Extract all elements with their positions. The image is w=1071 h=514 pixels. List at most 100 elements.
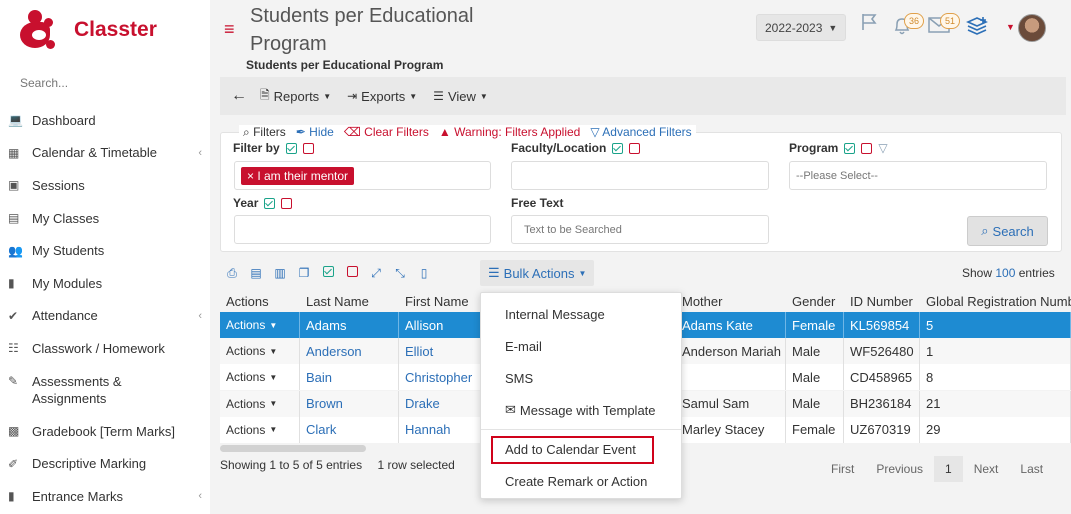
- list-icon: ☷: [8, 341, 19, 356]
- sidebar-item-my-modules[interactable]: ▮ My Modules: [0, 267, 210, 300]
- compress-icon[interactable]: ⤡: [388, 266, 412, 281]
- pagination: First Previous 1 Next Last: [820, 456, 1054, 482]
- classes-icon: ▤: [8, 211, 20, 226]
- reports-menu-button[interactable]: 🗎 Reports ▼: [252, 82, 339, 110]
- year-input[interactable]: [234, 215, 491, 244]
- deselect-square-icon[interactable]: [340, 266, 364, 280]
- clear-filters-link[interactable]: ⌫ Clear Filters: [344, 125, 429, 140]
- view-menu-button[interactable]: ☰ View ▼: [425, 82, 496, 110]
- column-header[interactable]: Mother: [676, 290, 786, 312]
- bulk-menu-item-message-with-template[interactable]: ✉ Message with Template: [481, 400, 681, 420]
- pager-last[interactable]: Last: [1009, 456, 1054, 482]
- advanced-filters-link[interactable]: ▽ Advanced Filters: [590, 125, 691, 140]
- row-actions-button[interactable]: Actions ▼: [220, 312, 300, 338]
- bulk-actions-button[interactable]: ☰ Bulk Actions ▼: [480, 260, 595, 286]
- sidebar-item-descriptive-marking[interactable]: ✐ Descriptive Marking: [0, 447, 210, 480]
- column-header[interactable]: Actions: [220, 290, 300, 312]
- hide-filters-link[interactable]: ✒ Hide: [296, 125, 334, 140]
- pager-current[interactable]: 1: [934, 456, 963, 482]
- column-header[interactable]: Global Registration Number: [920, 290, 1071, 312]
- pager-next[interactable]: Next: [963, 456, 1010, 482]
- list-icon: ☰: [488, 265, 500, 280]
- sidebar-search-input[interactable]: Search...: [20, 76, 68, 90]
- bulk-menu-item-internal-message[interactable]: Internal Message: [481, 304, 681, 324]
- user-menu-caret-icon[interactable]: ▼: [1006, 22, 1015, 32]
- bulk-actions-menu: Internal Message E-mail SMS ✉ Message with T…: [480, 292, 682, 499]
- row-actions-button[interactable]: Actions ▼: [220, 338, 300, 365]
- chevron-left-icon[interactable]: ‹: [198, 490, 202, 502]
- export-icon: ⇥: [347, 89, 358, 103]
- select-all-check-icon[interactable]: [264, 197, 276, 209]
- brand-logo[interactable]: Classter: [20, 10, 157, 50]
- chevron-left-icon[interactable]: ‹: [198, 147, 202, 159]
- deselect-square-icon[interactable]: [629, 142, 641, 154]
- column-header[interactable]: Last Name: [300, 290, 399, 312]
- year-select[interactable]: 2022-2023 ▼: [756, 14, 846, 41]
- caret-down-icon: ▼: [578, 268, 587, 278]
- row-actions-button[interactable]: Actions ▼: [220, 364, 300, 391]
- deselect-square-icon[interactable]: [861, 142, 873, 154]
- table-cell-last[interactable]: Clark: [300, 416, 399, 443]
- column-header[interactable]: Gender: [786, 290, 844, 312]
- user-avatar[interactable]: [1018, 14, 1046, 42]
- pdf-icon[interactable]: ▥: [268, 266, 292, 280]
- sidebar-item-gradebook-term-marks[interactable]: ▩ Gradebook [Term Marks]: [0, 415, 210, 448]
- program-select[interactable]: --Please Select--: [789, 161, 1047, 190]
- select-all-check-icon[interactable]: [285, 142, 297, 154]
- notifications-bell-icon[interactable]: 36: [892, 13, 924, 41]
- table-cell-gender: Female: [786, 416, 844, 443]
- bulk-menu-item-add-to-calendar-event[interactable]: Add to Calendar Event: [481, 439, 681, 459]
- sidebar-item-calendar-timetable[interactable]: ▦ Calendar & Timetable ‹: [0, 137, 210, 170]
- table-cell-last[interactable]: Anderson: [300, 338, 399, 365]
- select-all-check-icon[interactable]: [316, 266, 340, 280]
- pager-previous[interactable]: Previous: [865, 456, 934, 482]
- free-text-input[interactable]: Text to be Searched: [511, 215, 769, 244]
- sidebar-item-dashboard[interactable]: 💻 Dashboard: [0, 104, 210, 137]
- filter-tag[interactable]: × I am their mentor: [241, 166, 355, 185]
- attendance-icon: ✔: [8, 308, 19, 323]
- sidebar-item-my-students[interactable]: 👥 My Students: [0, 234, 210, 267]
- faculty-location-input[interactable]: [511, 161, 769, 190]
- column-header[interactable]: ID Number: [844, 290, 920, 312]
- chevron-left-icon[interactable]: ‹: [198, 310, 202, 322]
- flag-icon[interactable]: [860, 12, 880, 37]
- table-cell-last[interactable]: Bain: [300, 364, 399, 391]
- report-icon: 🗎: [260, 87, 270, 102]
- expand-icon[interactable]: ⤢: [364, 266, 388, 281]
- sidebar-item-attendance[interactable]: ✔ Attendance ‹: [0, 300, 210, 333]
- show-entries[interactable]: Show 100 entries: [962, 266, 1055, 280]
- messages-envelope-icon[interactable]: 51: [928, 13, 960, 39]
- funnel-icon[interactable]: ▽: [878, 141, 887, 155]
- horizontal-scrollbar[interactable]: [220, 445, 366, 452]
- exports-menu-button[interactable]: ⇥ Exports ▼: [339, 82, 425, 110]
- bulk-menu-item-e-mail[interactable]: E-mail: [481, 336, 681, 356]
- table-cell-last[interactable]: Brown: [300, 390, 399, 417]
- sidebar-item-my-classes[interactable]: ▤ My Classes: [0, 202, 210, 235]
- search-icon: ⌕: [243, 125, 250, 139]
- row-actions-button[interactable]: Actions ▼: [220, 416, 300, 443]
- columns-icon[interactable]: ▯: [412, 266, 436, 280]
- pager-first[interactable]: First: [820, 456, 865, 482]
- excel-icon[interactable]: ▤: [244, 266, 268, 280]
- row-actions-button[interactable]: Actions ▼: [220, 390, 300, 417]
- bulk-menu-item-sms[interactable]: SMS: [481, 368, 681, 388]
- select-all-check-icon[interactable]: [612, 142, 624, 154]
- deselect-square-icon[interactable]: [302, 142, 314, 154]
- menu-toggle-icon[interactable]: ≡: [224, 19, 235, 40]
- sidebar-item-sessions[interactable]: ▣ Sessions: [0, 169, 210, 202]
- bulk-menu-item-create-remark-or-action[interactable]: Create Remark or Action: [481, 471, 681, 491]
- select-all-check-icon[interactable]: [844, 142, 856, 154]
- table-cell-last[interactable]: Adams: [300, 312, 399, 338]
- table-tools: ⎙ ▤ ▥ ❐ ⤢ ⤡ ▯: [220, 262, 436, 284]
- deselect-square-icon[interactable]: [281, 197, 293, 209]
- sidebar-item-classwork-homework[interactable]: ☷ Classwork / Homework: [0, 332, 210, 365]
- back-arrow-icon[interactable]: ←: [226, 83, 252, 109]
- print-icon[interactable]: ⎙: [220, 266, 244, 281]
- copy-icon[interactable]: ❐: [292, 266, 316, 280]
- filter-by-input[interactable]: × I am their mentor: [234, 161, 491, 190]
- sidebar-item-entrance-marks[interactable]: ▮ Entrance Marks ‹: [0, 480, 210, 513]
- table-cell-grn: 21: [920, 390, 1071, 417]
- layers-plus-icon[interactable]: [966, 17, 988, 42]
- search-button[interactable]: ⌕ Search: [967, 216, 1048, 246]
- sidebar-item-assessments-assignments[interactable]: ✎ Assessments & Assignments: [0, 365, 210, 415]
